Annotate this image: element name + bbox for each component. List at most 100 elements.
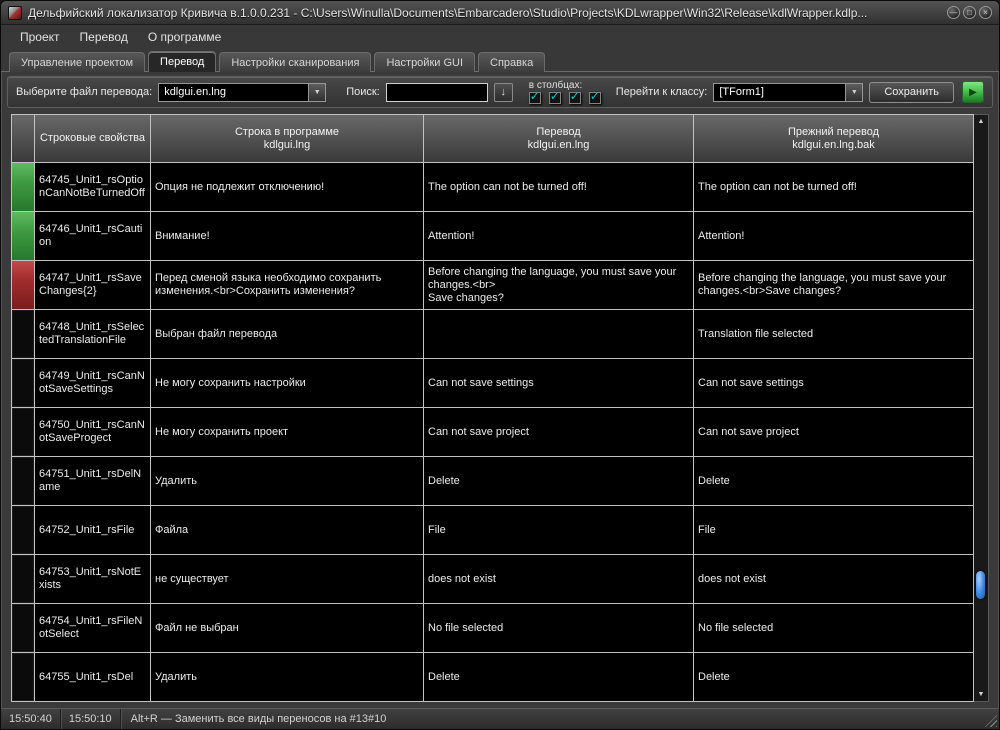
class-dropdown-button[interactable]: ▼ <box>845 83 863 101</box>
row-source-cell[interactable]: Файл не выбран <box>151 604 424 653</box>
row-id-cell[interactable]: 64746_Unit1_rsCaution <box>35 212 151 261</box>
row-source-cell[interactable]: Не могу сохранить настройки <box>151 359 424 408</box>
row-old-cell[interactable]: Attention! <box>694 212 974 261</box>
row-translation-cell[interactable]: Attention! <box>424 212 694 261</box>
table-row[interactable]: 64754_Unit1_rsFileNotSelect Файл не выбр… <box>11 604 974 653</box>
table-row[interactable]: 64751_Unit1_rsDelName Удалить Delete Del… <box>11 457 974 506</box>
row-source-cell[interactable]: Перед сменой языка необходимо сохранить … <box>151 261 424 310</box>
search-input[interactable] <box>385 82 488 102</box>
row-id-text: 64753_Unit1_rsNotExists <box>39 566 142 591</box>
app-window: Дельфийский локализатор Кривича в.1.0.0.… <box>0 0 1000 730</box>
row-source-cell[interactable]: Не могу сохранить проект <box>151 408 424 457</box>
menu-item-translation[interactable]: Перевод <box>71 27 137 47</box>
row-source-cell[interactable]: Удалить <box>151 653 424 702</box>
row-source-cell[interactable]: Опция не подлежит отключению! <box>151 163 424 212</box>
save-button[interactable]: Сохранить <box>869 81 954 103</box>
row-translation-cell[interactable]: Delete <box>424 457 694 506</box>
row-id-cell[interactable]: 64745_Unit1_rsOptionCanNotBeTurnedOff <box>35 163 151 212</box>
table-row[interactable]: 64748_Unit1_rsSelectedTranslationFile Вы… <box>11 310 974 359</box>
scroll-up-button[interactable]: ▲ <box>974 115 988 128</box>
row-id-text: 64748_Unit1_rsSelectedTranslationFile <box>39 321 145 346</box>
search-apply-button[interactable]: ↓ <box>493 82 513 102</box>
resize-grip[interactable] <box>985 715 997 727</box>
row-old-cell[interactable]: Delete <box>694 457 974 506</box>
row-id-cell[interactable]: 64749_Unit1_rsCanNotSaveSettings <box>35 359 151 408</box>
row-old-cell[interactable]: Before changing the language, you must s… <box>694 261 974 310</box>
tab-gui-settings[interactable]: Настройки GUI <box>374 52 476 72</box>
table-row[interactable]: 64750_Unit1_rsCanNotSaveProgect Не могу … <box>11 408 974 457</box>
row-old-cell[interactable]: Can not save settings <box>694 359 974 408</box>
table-row[interactable]: 64746_Unit1_rsCaution Внимание! Attentio… <box>11 212 974 261</box>
row-translation-cell[interactable]: The option can not be turned off! <box>424 163 694 212</box>
close-button[interactable]: × <box>979 6 992 19</box>
row-translation-cell[interactable]: No file selected <box>424 604 694 653</box>
header-previous-translation[interactable]: Прежний перевод kdlgui.en.lng.bak <box>694 114 974 163</box>
row-id-text: 64745_Unit1_rsOptionCanNotBeTurnedOff <box>39 174 145 199</box>
row-id-cell[interactable]: 64751_Unit1_rsDelName <box>35 457 151 506</box>
row-id-cell[interactable]: 64752_Unit1_rsFile <box>35 506 151 555</box>
row-id-cell[interactable]: 64755_Unit1_rsDel <box>35 653 151 702</box>
table-grid: Строковые свойства Строка в программе kd… <box>11 114 974 702</box>
row-translation-cell[interactable]: does not exist <box>424 555 694 604</box>
maximize-button[interactable]: □ <box>963 6 976 19</box>
row-old-cell[interactable]: File <box>694 506 974 555</box>
row-old-cell[interactable]: Delete <box>694 653 974 702</box>
row-translation-cell[interactable]: Delete <box>424 653 694 702</box>
class-combobox[interactable]: [TForm1] ▼ <box>713 82 864 102</box>
run-button[interactable]: ▶ <box>962 81 984 103</box>
row-old-cell[interactable]: Can not save project <box>694 408 974 457</box>
tab-help[interactable]: Справка <box>478 52 546 72</box>
row-id-cell[interactable]: 64754_Unit1_rsFileNotSelect <box>35 604 151 653</box>
header-string-properties[interactable]: Строковые свойства <box>35 114 151 163</box>
chevron-down-icon: ▼ <box>850 88 858 96</box>
row-old-cell[interactable]: No file selected <box>694 604 974 653</box>
table-row[interactable]: 64747_Unit1_rsSaveChanges{2} Перед смено… <box>11 261 974 310</box>
row-id-cell[interactable]: 64747_Unit1_rsSaveChanges{2} <box>35 261 151 310</box>
row-translation-cell[interactable]: Before changing the language, you must s… <box>424 261 694 310</box>
tabbar: Управление проектом Перевод Настройки ск… <box>1 49 999 72</box>
tab-scan-settings[interactable]: Настройки сканирования <box>219 52 372 72</box>
row-translation-cell[interactable]: Can not save project <box>424 408 694 457</box>
menu-item-project[interactable]: Проект <box>11 27 69 47</box>
row-translation-cell[interactable]: File <box>424 506 694 555</box>
row-id-cell[interactable]: 64748_Unit1_rsSelectedTranslationFile <box>35 310 151 359</box>
scroll-down-button[interactable]: ▼ <box>974 688 988 701</box>
menu-item-about[interactable]: О программе <box>139 27 230 47</box>
row-translation-cell[interactable] <box>424 310 694 359</box>
minimize-button[interactable]: — <box>947 6 960 19</box>
column-filter-checkbox-2[interactable]: ✓ <box>548 89 561 104</box>
row-old-cell[interactable]: does not exist <box>694 555 974 604</box>
tab-translation[interactable]: Перевод <box>148 51 217 72</box>
titlebar[interactable]: Дельфийский локализатор Кривича в.1.0.0.… <box>1 1 999 25</box>
row-id-cell[interactable]: 64750_Unit1_rsCanNotSaveProgect <box>35 408 151 457</box>
vertical-scrollbar[interactable]: ▲ ▼ <box>974 114 989 702</box>
table-row[interactable]: 64752_Unit1_rsFile Файла File File <box>11 506 974 555</box>
session-time-panel: 15:50:10 <box>61 709 121 729</box>
header-translation[interactable]: Перевод kdlgui.en.lng <box>424 114 694 163</box>
column-filter-checkbox-1[interactable]: ✓ <box>528 89 541 104</box>
header-source-string[interactable]: Строка в программе kdlgui.lng <box>151 114 424 163</box>
table-row[interactable]: 64753_Unit1_rsNotExists не существует do… <box>11 555 974 604</box>
file-select-dropdown-button[interactable]: ▼ <box>308 83 326 101</box>
file-select-value: kdlgui.en.lng <box>164 86 226 98</box>
column-filter-checkbox-3[interactable]: ✓ <box>568 89 581 104</box>
tab-project-management[interactable]: Управление проектом <box>9 52 146 72</box>
row-source-cell[interactable]: Выбран файл перевода <box>151 310 424 359</box>
row-old-cell[interactable]: Translation file selected <box>694 310 974 359</box>
goto-class-label: Перейти к классу: <box>615 86 708 98</box>
scroll-thumb[interactable] <box>976 571 985 599</box>
table-row[interactable]: 64749_Unit1_rsCanNotSaveSettings Не могу… <box>11 359 974 408</box>
row-source-cell[interactable]: Внимание! <box>151 212 424 261</box>
row-source-cell[interactable]: не существует <box>151 555 424 604</box>
row-source-cell[interactable]: Удалить <box>151 457 424 506</box>
row-old-cell[interactable]: The option can not be turned off! <box>694 163 974 212</box>
row-source-text: Опция не подлежит отключению! <box>155 180 325 193</box>
column-filter-checkbox-4[interactable]: ✓ <box>588 89 601 104</box>
row-id-cell[interactable]: 64753_Unit1_rsNotExists <box>35 555 151 604</box>
row-source-text: Выбран файл перевода <box>155 327 278 340</box>
row-source-cell[interactable]: Файла <box>151 506 424 555</box>
file-select-combobox[interactable]: kdlgui.en.lng ▼ <box>158 82 327 102</box>
table-row[interactable]: 64745_Unit1_rsOptionCanNotBeTurnedOff Оп… <box>11 163 974 212</box>
row-translation-cell[interactable]: Can not save settings <box>424 359 694 408</box>
table-row[interactable]: 64755_Unit1_rsDel Удалить Delete Delete <box>11 653 974 702</box>
